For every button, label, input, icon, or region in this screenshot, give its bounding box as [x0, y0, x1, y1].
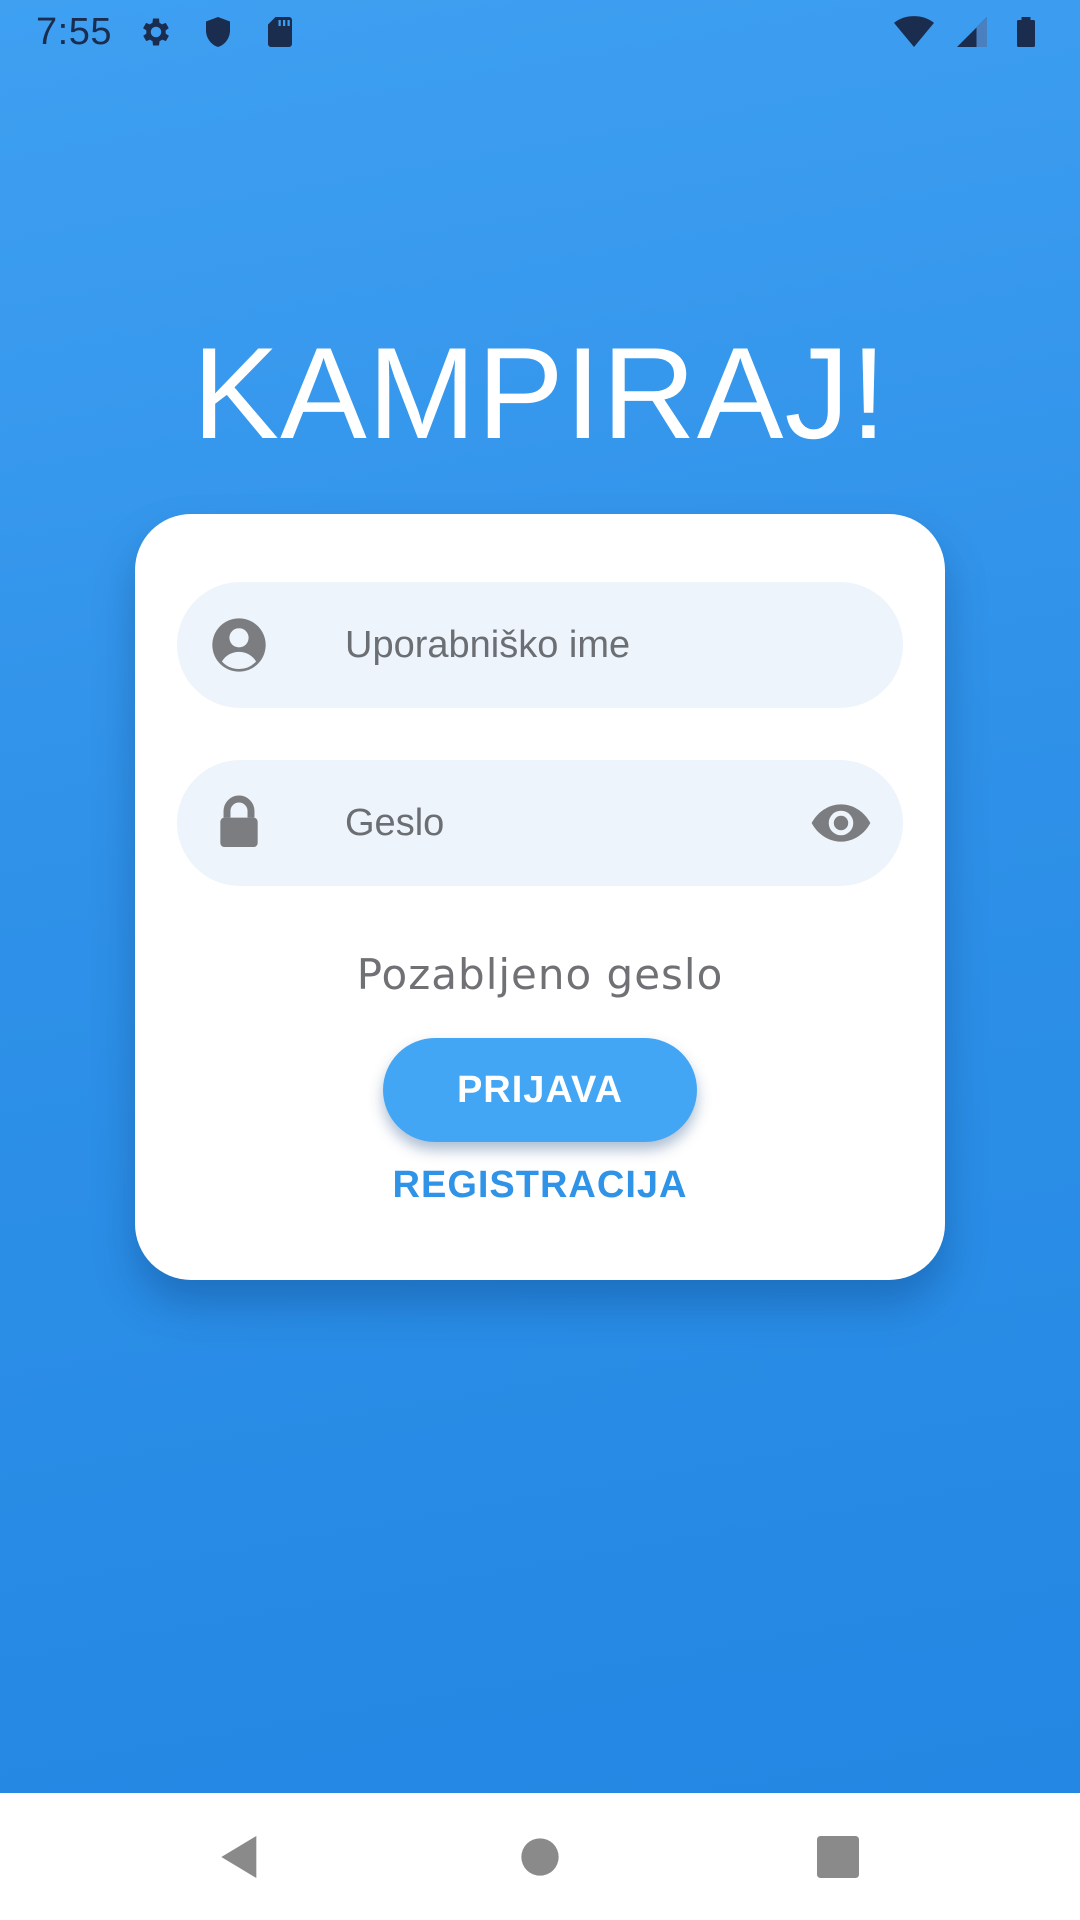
login-screen: 7:55 KAMPIRAJ! Uporabniško ime Geslo Poz…: [0, 0, 1080, 1793]
home-icon[interactable]: [512, 1829, 568, 1885]
eye-icon[interactable]: [809, 793, 873, 853]
status-time: 7:55: [36, 10, 112, 53]
login-button[interactable]: PRIJAVA: [383, 1038, 697, 1142]
back-icon[interactable]: [212, 1829, 268, 1885]
password-placeholder: Geslo: [345, 802, 445, 844]
navigation-bar: [0, 1793, 1080, 1920]
cellular-signal-icon: [957, 17, 987, 47]
username-placeholder: Uporabniško ime: [345, 624, 631, 666]
status-bar: 7:55: [0, 0, 1080, 64]
recents-icon[interactable]: [810, 1829, 866, 1885]
gear-icon: [143, 18, 169, 46]
username-field[interactable]: Uporabniško ime: [177, 582, 903, 708]
password-field[interactable]: Geslo: [177, 760, 903, 886]
register-button[interactable]: REGISTRACIJA: [135, 1164, 945, 1207]
app-title: KAMPIRAJ!: [192, 320, 888, 466]
battery-icon: [1017, 17, 1035, 47]
lock-icon: [220, 795, 258, 847]
wifi-icon: [894, 16, 934, 47]
user-avatar-icon: [212, 618, 266, 672]
status-notification-icons: [138, 14, 298, 50]
shield-icon: [205, 17, 230, 47]
login-card: Uporabniško ime Geslo Pozabljeno geslo P…: [135, 514, 945, 1280]
sd-card-icon: [267, 17, 292, 47]
forgot-password-link[interactable]: Pozabljeno geslo: [135, 950, 945, 999]
status-system-icons: [892, 12, 1044, 52]
